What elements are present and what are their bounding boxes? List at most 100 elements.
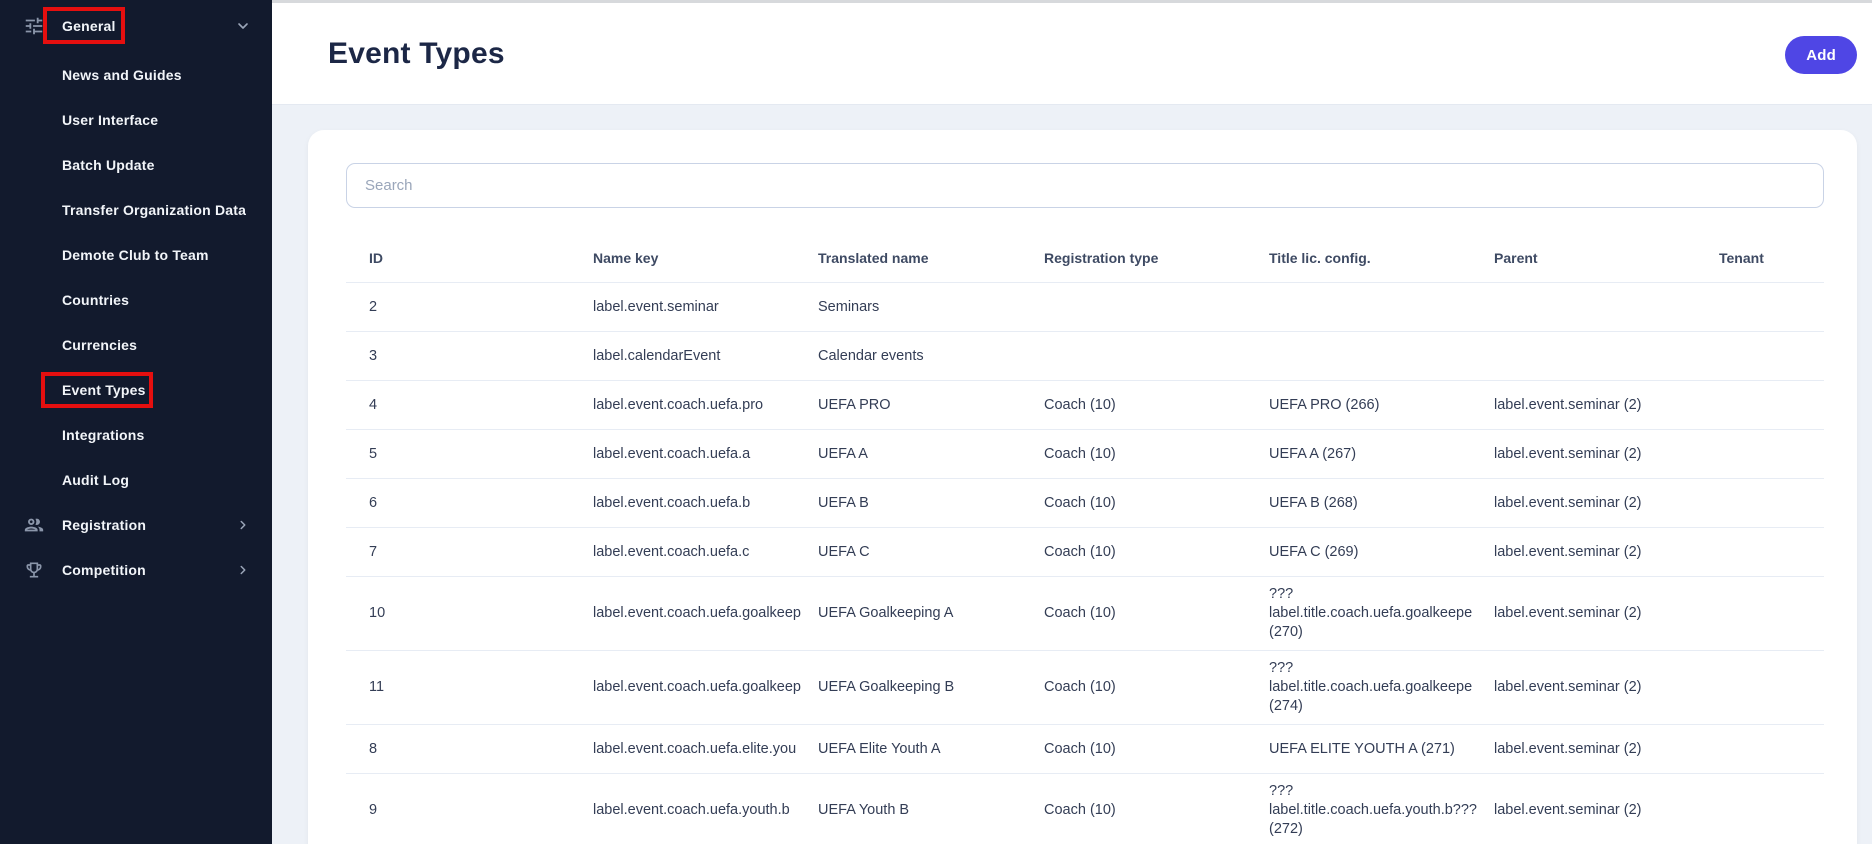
cell-parent: label.event.seminar (2) <box>1494 445 1719 464</box>
table-row[interactable]: 3 label.calendarEvent Calendar events <box>346 332 1824 381</box>
app-root: General News and Guides User Interface B… <box>0 0 1872 844</box>
cell-id: 7 <box>369 543 593 562</box>
cell-parent: label.event.seminar (2) <box>1494 396 1719 415</box>
event-types-card: ID Name key Translated name Registration… <box>308 130 1857 844</box>
table-row[interactable]: 6 label.event.coach.uefa.b UEFA B Coach … <box>346 479 1824 528</box>
people-icon <box>22 513 46 537</box>
table-row[interactable]: 10 label.event.coach.uefa.goalkeep UEFA … <box>346 577 1824 651</box>
sidebar-section-general[interactable]: General <box>0 4 272 47</box>
cell-name-key: label.event.coach.uefa.c <box>593 543 818 562</box>
table-header-row: ID Name key Translated name Registration… <box>346 234 1824 283</box>
cell-id: 3 <box>369 347 593 366</box>
column-header-translated-name: Translated name <box>818 250 1044 266</box>
chevron-right-icon <box>234 516 252 534</box>
table-row[interactable]: 11 label.event.coach.uefa.goalkeep UEFA … <box>346 651 1824 725</box>
column-header-name-key: Name key <box>593 250 818 266</box>
cell-translated-name: UEFA PRO <box>818 396 1044 415</box>
cell-id: 9 <box>369 801 593 820</box>
cell-title-lic-config: UEFA C (269) <box>1269 543 1494 562</box>
cell-translated-name: UEFA Goalkeeping A <box>818 604 1044 623</box>
cell-name-key: label.event.coach.uefa.goalkeep <box>593 678 818 697</box>
cell-id: 8 <box>369 740 593 759</box>
table-row[interactable]: 8 label.event.coach.uefa.elite.you UEFA … <box>346 725 1824 774</box>
cell-title-lic-config: UEFA ELITE YOUTH A (271) <box>1269 740 1494 759</box>
cell-name-key: label.event.coach.uefa.b <box>593 494 818 513</box>
cell-registration-type: Coach (10) <box>1044 740 1269 759</box>
sidebar-section-competition[interactable]: Competition <box>0 547 272 592</box>
cell-name-key: label.event.coach.uefa.pro <box>593 396 818 415</box>
sidebar-item-integrations[interactable]: Integrations <box>0 412 272 457</box>
trophy-icon <box>22 558 46 582</box>
sidebar-item-audit-log[interactable]: Audit Log <box>0 457 272 502</box>
cell-parent: label.event.seminar (2) <box>1494 494 1719 513</box>
main-area: Event Types Add ID Name key Translated n… <box>272 0 1872 844</box>
cell-registration-type: Coach (10) <box>1044 494 1269 513</box>
cell-registration-type: Coach (10) <box>1044 543 1269 562</box>
page-title: Event Types <box>328 37 505 71</box>
cell-parent: label.event.seminar (2) <box>1494 801 1719 820</box>
sidebar-item-demote-club-to-team[interactable]: Demote Club to Team <box>0 232 272 277</box>
column-header-title-lic-config: Title lic. config. <box>1269 250 1494 266</box>
cell-id: 4 <box>369 396 593 415</box>
cell-registration-type: Coach (10) <box>1044 801 1269 820</box>
cell-registration-type: Coach (10) <box>1044 396 1269 415</box>
table-row[interactable]: 5 label.event.coach.uefa.a UEFA A Coach … <box>346 430 1824 479</box>
table-body: 2 label.event.seminar Seminars 3 label.c… <box>346 283 1824 844</box>
column-header-id: ID <box>369 250 593 266</box>
cell-title-lic-config: UEFA B (268) <box>1269 494 1494 513</box>
sidebar-general-subitems: News and Guides User Interface Batch Upd… <box>0 52 272 502</box>
cell-name-key: label.event.coach.uefa.goalkeep <box>593 604 818 623</box>
cell-registration-type: Coach (10) <box>1044 678 1269 697</box>
cell-translated-name: UEFA B <box>818 494 1044 513</box>
sidebar-item-news-and-guides[interactable]: News and Guides <box>0 52 272 97</box>
table-row[interactable]: 2 label.event.seminar Seminars <box>346 283 1824 332</box>
cell-translated-name: UEFA A <box>818 445 1044 464</box>
search-input[interactable] <box>346 163 1824 208</box>
chevron-right-icon <box>234 561 252 579</box>
cell-id: 6 <box>369 494 593 513</box>
cell-parent: label.event.seminar (2) <box>1494 604 1719 623</box>
sidebar-item-user-interface[interactable]: User Interface <box>0 97 272 142</box>
cell-name-key: label.event.coach.uefa.a <box>593 445 818 464</box>
cell-name-key: label.calendarEvent <box>593 347 818 366</box>
cell-title-lic-config: UEFA A (267) <box>1269 445 1494 464</box>
sidebar-section-competition-label: Competition <box>62 562 146 578</box>
cell-translated-name: UEFA C <box>818 543 1044 562</box>
table-row[interactable]: 7 label.event.coach.uefa.c UEFA C Coach … <box>346 528 1824 577</box>
sidebar-item-countries[interactable]: Countries <box>0 277 272 322</box>
cell-title-lic-config: ??? label.title.coach.uefa.goalkeepe (27… <box>1269 585 1494 642</box>
chevron-down-icon <box>234 17 252 35</box>
cell-id: 11 <box>369 678 593 697</box>
sidebar: General News and Guides User Interface B… <box>0 0 272 844</box>
table-row[interactable]: 9 label.event.coach.uefa.youth.b UEFA Yo… <box>346 774 1824 844</box>
page-header: Event Types Add <box>272 3 1872 105</box>
cell-title-lic-config: UEFA PRO (266) <box>1269 396 1494 415</box>
sidebar-section-registration-label: Registration <box>62 517 146 533</box>
cell-translated-name: Calendar events <box>818 347 1044 366</box>
cell-translated-name: UEFA Youth B <box>818 801 1044 820</box>
cell-name-key: label.event.seminar <box>593 298 818 317</box>
cell-parent: label.event.seminar (2) <box>1494 543 1719 562</box>
sidebar-section-registration[interactable]: Registration <box>0 502 272 547</box>
cell-id: 5 <box>369 445 593 464</box>
column-header-parent: Parent <box>1494 250 1719 266</box>
cell-title-lic-config: ??? label.title.coach.uefa.goalkeepe (27… <box>1269 659 1494 716</box>
cell-translated-name: UEFA Elite Youth A <box>818 740 1044 759</box>
cell-registration-type: Coach (10) <box>1044 445 1269 464</box>
column-header-registration-type: Registration type <box>1044 250 1269 266</box>
cell-translated-name: Seminars <box>818 298 1044 317</box>
table-row[interactable]: 4 label.event.coach.uefa.pro UEFA PRO Co… <box>346 381 1824 430</box>
sidebar-item-currencies[interactable]: Currencies <box>0 322 272 367</box>
cell-parent: label.event.seminar (2) <box>1494 740 1719 759</box>
cell-name-key: label.event.coach.uefa.youth.b <box>593 801 818 820</box>
add-button[interactable]: Add <box>1785 36 1857 74</box>
cell-name-key: label.event.coach.uefa.elite.you <box>593 740 818 759</box>
content-area: ID Name key Translated name Registration… <box>272 105 1872 844</box>
cell-id: 10 <box>369 604 593 623</box>
sidebar-item-batch-update[interactable]: Batch Update <box>0 142 272 187</box>
sidebar-item-transfer-organization-data[interactable]: Transfer Organization Data <box>0 187 272 232</box>
cell-translated-name: UEFA Goalkeeping B <box>818 678 1044 697</box>
cell-registration-type: Coach (10) <box>1044 604 1269 623</box>
cell-parent: label.event.seminar (2) <box>1494 678 1719 697</box>
sidebar-item-event-types[interactable]: Event Types <box>0 367 272 412</box>
